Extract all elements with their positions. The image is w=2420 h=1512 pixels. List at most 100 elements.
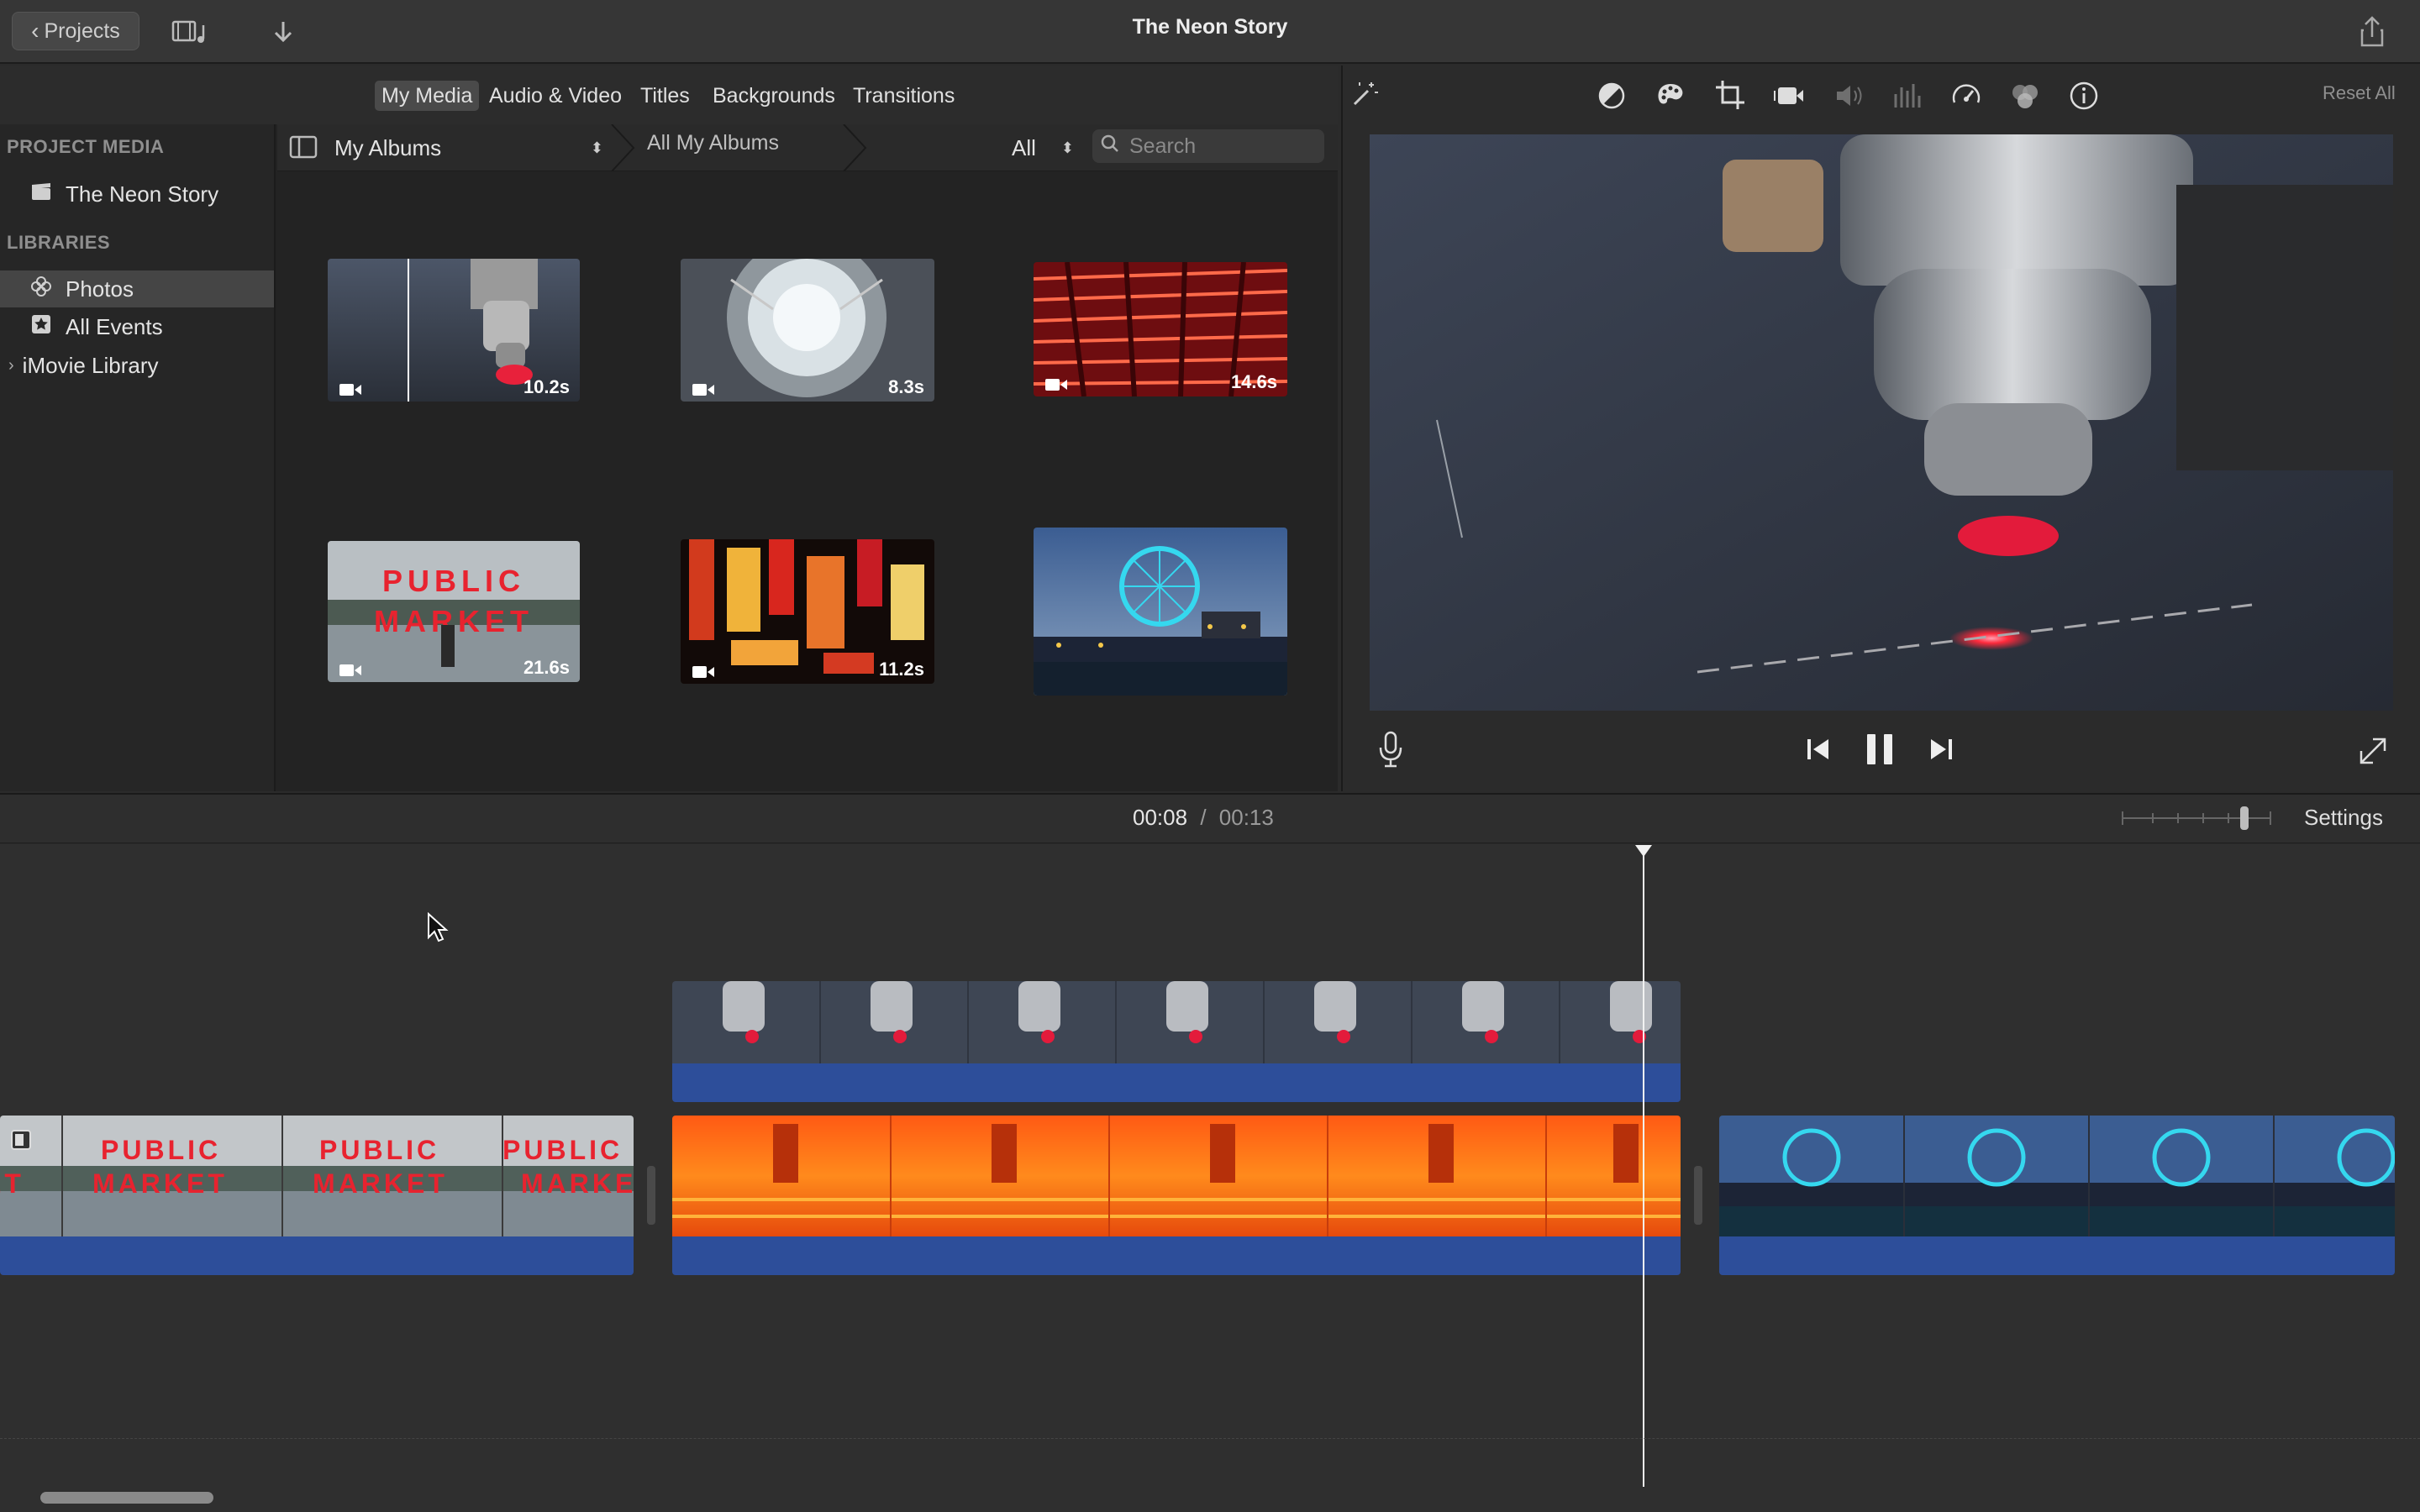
tab-my-media[interactable]: My Media [375,81,480,111]
skip-back-icon[interactable] [1805,736,1832,763]
clip-duration: 11.2s [879,659,924,680]
sidebar-item-label: All Events [66,313,163,339]
share-icon[interactable] [2358,15,2386,49]
libraries-header: LIBRARIES [7,232,111,253]
magic-wand-icon[interactable] [1349,79,1380,109]
clip-audio-bar [0,1236,634,1275]
media-thumbnail[interactable]: 8.3s [681,259,934,402]
timeline-scrollbar[interactable] [40,1492,213,1504]
pause-icon[interactable] [1864,732,1896,766]
video-camera-icon [692,383,714,396]
timecode-display: 00:08 / 00:13 [1133,805,1274,831]
settings-button[interactable]: Settings [2304,805,2383,831]
sidebar-item-imovie-library[interactable]: › iMovie Library [0,347,274,384]
color-balance-icon[interactable] [1595,79,1628,113]
equalizer-icon[interactable] [1891,79,1924,113]
total-time: 00:13 [1218,805,1274,830]
breadcrumb-separator-icon [608,123,639,172]
video-camera-icon [1045,378,1067,391]
media-thumbnail[interactable]: PUBLIC MARKET 21.6s [328,541,580,682]
search-input[interactable]: Search [1092,129,1324,163]
svg-text:MARKET: MARKET [92,1168,228,1199]
show-filter-value: All [1012,134,1036,160]
disclosure-triangle-icon[interactable]: › [8,356,14,375]
clip-audio-bar [672,1063,1681,1102]
album-select[interactable]: My Albums ⬍ [334,133,603,163]
voiceover-microphone-icon[interactable] [1378,731,1403,769]
timeline-clip-public-market[interactable]: PUBLICMARKET PUBLICMARKET PUBLICMARKET E… [0,1116,634,1275]
breadcrumb-separator-icon [840,123,871,172]
projects-back-button[interactable]: ‹ Projects [12,12,139,50]
sidebar-item-photos[interactable]: Photos [0,270,274,307]
tab-audio-video[interactable]: Audio & Video [482,81,629,111]
current-time: 00:08 [1133,805,1188,830]
skip-forward-icon[interactable] [1928,736,1954,763]
color-correction-palette-icon[interactable] [1654,79,1687,113]
info-icon[interactable] [2067,79,2101,113]
video-camera-icon [692,665,714,679]
media-thumbnail[interactable]: 10.2s [328,259,580,402]
clip-duration: 8.3s [888,376,924,397]
media-thumbnail[interactable]: 14.6s [1034,262,1287,396]
timeline-guide [0,1438,2420,1439]
mouse-cursor-icon [427,911,449,946]
sidebar-toggle-icon[interactable] [289,134,318,160]
zoom-slider[interactable] [2119,803,2274,833]
tab-transitions[interactable]: Transitions [846,81,961,111]
search-placeholder: Search [1129,134,1197,158]
connected-clip-laser[interactable] [672,981,1681,1102]
stabilization-camera-icon[interactable] [1773,79,1807,113]
playhead[interactable] [1643,845,1644,1487]
reset-all-button[interactable]: Reset All [2323,82,2396,104]
timeline-clip-ferris-wheel[interactable] [1719,1116,2395,1275]
updown-chevron-icon: ⬍ [590,139,603,156]
chevron-left-icon: ‹ [31,18,39,44]
time-separator: / [1200,805,1207,830]
media-thumbnail[interactable] [1034,528,1287,696]
transition-handle[interactable] [1694,1166,1702,1225]
svg-text:MARKET: MARKET [521,1168,634,1199]
speed-gauge-icon[interactable] [1949,79,1983,113]
show-filter-select[interactable]: All ⬍ [1012,133,1074,163]
tab-backgrounds[interactable]: Backgrounds [706,81,842,111]
clip-filter-icon[interactable] [2008,79,2042,113]
svg-text:ET: ET [0,1168,24,1199]
playhead-handle-icon[interactable] [1635,845,1652,858]
svg-text:PUBLIC: PUBLIC [382,564,525,598]
project-media-header: PROJECT MEDIA [7,136,165,157]
clip-marker-icon [10,1129,32,1151]
sidebar-item-label: iMovie Library [22,352,159,378]
sidebar-item-project[interactable]: The Neon Story [0,176,274,213]
clapperboard-icon [29,181,54,207]
sidebar-item-label: Photos [66,276,134,302]
projects-label: Projects [44,18,120,43]
clip-duration: 10.2s [523,376,570,397]
svg-text:MARKET: MARKET [313,1168,448,1199]
search-icon [1101,134,1119,159]
media-browser-toggle-icon[interactable] [171,18,212,45]
video-preview [1370,134,2393,711]
tab-titles[interactable]: Titles [634,81,697,111]
album-select-value: My Albums [334,134,442,160]
breadcrumb[interactable]: All My Albums [647,131,779,155]
crop-icon[interactable] [1714,79,1748,113]
photos-icon [29,276,54,302]
window-title: The Neon Story [1132,15,1288,39]
clip-audio-bar [672,1236,1681,1275]
events-star-icon [29,313,54,340]
svg-text:PUBLIC: PUBLIC [319,1135,439,1165]
updown-chevron-icon: ⬍ [1060,139,1074,156]
svg-text:PUBLIC: PUBLIC [101,1135,221,1165]
media-thumbnail[interactable]: 11.2s [681,539,934,684]
volume-icon[interactable] [1832,79,1865,113]
library-sidebar [0,124,276,791]
transition-handle[interactable] [647,1166,655,1225]
import-arrow-icon[interactable] [271,17,296,47]
fullscreen-icon[interactable] [2358,732,2388,766]
project-item-label: The Neon Story [66,181,219,207]
video-camera-icon [339,664,361,677]
video-camera-icon [339,383,361,396]
timeline-clip-neon-machine[interactable] [672,1116,1681,1275]
sidebar-item-all-events[interactable]: All Events [0,308,274,345]
clip-duration: 14.6s [1230,371,1277,392]
